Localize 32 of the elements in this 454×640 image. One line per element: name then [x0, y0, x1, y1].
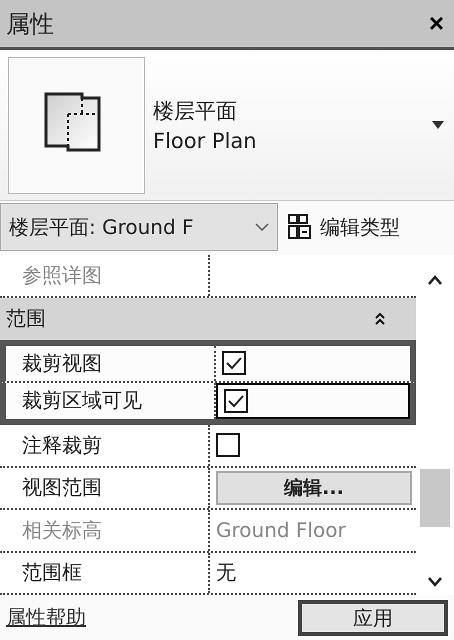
scroll-down-icon — [428, 577, 442, 587]
help-link[interactable]: 属性帮助 — [6, 604, 86, 631]
property-label: 视图范围 — [0, 468, 210, 508]
edit-button[interactable]: 编辑... — [216, 470, 412, 505]
property-label: 裁剪视图 — [6, 346, 216, 380]
edit-type-icon — [288, 214, 312, 240]
type-subname: Floor Plan — [153, 129, 258, 153]
property-label: 范围框 — [0, 552, 210, 593]
checkbox[interactable] — [216, 433, 240, 458]
property-label: 注释裁剪 — [0, 425, 210, 466]
checkbox[interactable] — [222, 351, 246, 376]
scroll-up-icon — [428, 275, 442, 285]
dropdown-arrow-icon — [432, 121, 444, 129]
property-value: Ground Floor — [216, 518, 346, 542]
window-title: 属性 — [6, 8, 54, 40]
checkbox[interactable] — [224, 388, 248, 413]
value-cell[interactable] — [216, 382, 410, 419]
chevron-down-icon — [255, 222, 269, 232]
close-button[interactable]: × — [424, 8, 448, 39]
type-selector[interactable]: 楼层平面 Floor Plan — [0, 50, 454, 201]
instance-dropdown[interactable]: 楼层平面: Ground F — [0, 203, 278, 251]
property-value: 无 — [216, 559, 236, 586]
apply-button[interactable]: 应用 — [298, 600, 448, 636]
group-label: 范围 — [6, 305, 46, 332]
property-label: 相关标高 — [0, 510, 210, 550]
property-label: 参照详图 — [0, 255, 210, 296]
edit-type-button[interactable]: 编辑类型 — [288, 214, 400, 240]
group-header[interactable]: 范围 — [0, 298, 416, 340]
type-name: 楼层平面 — [153, 98, 238, 125]
scrollbar[interactable] — [416, 255, 454, 595]
property-label: 裁剪区域可见 — [6, 382, 216, 419]
scroll-thumb[interactable] — [420, 469, 450, 527]
